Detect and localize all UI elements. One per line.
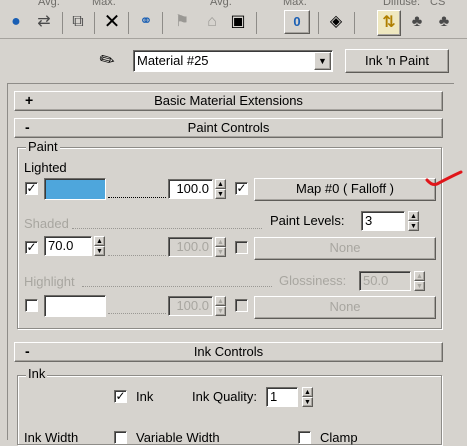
show-end-result-icon[interactable]: ⇅ bbox=[377, 10, 401, 36]
toolbar-label-max: Max. bbox=[92, 0, 116, 8]
toolbar-separator bbox=[62, 12, 63, 34]
lighted-checkbox[interactable]: ✓ bbox=[25, 182, 38, 195]
glossiness-field: 50.0 bbox=[359, 271, 411, 291]
material-name-dropdown[interactable]: Material #25 ▼ bbox=[133, 50, 333, 72]
ink-group bbox=[17, 375, 442, 445]
lighted-amount-spinner[interactable]: ▲ ▼ bbox=[215, 179, 226, 199]
go-forward-to-sibling-icon[interactable]: ♣ bbox=[432, 10, 456, 34]
chevron-down-icon[interactable]: ▼ bbox=[314, 52, 331, 70]
spinner-up-icon: ▲ bbox=[215, 237, 226, 247]
toolbar-separator bbox=[162, 12, 163, 34]
shaded-label: Shaded bbox=[24, 216, 69, 231]
ink-width-label: Ink Width bbox=[24, 430, 79, 445]
show-map-in-viewport-icon[interactable]: ◈ bbox=[324, 10, 348, 34]
toolbar-separator bbox=[256, 12, 257, 34]
highlight-amount-field: 100.0 bbox=[168, 296, 213, 316]
dotted-leader bbox=[82, 286, 272, 287]
spinner-down-icon[interactable]: ▼ bbox=[215, 189, 226, 199]
glossiness-spinner: ▲ ▼ bbox=[414, 271, 425, 291]
variable-width-label: Variable Width bbox=[136, 430, 220, 445]
highlight-color-swatch[interactable] bbox=[44, 295, 106, 317]
lighted-map-checkbox[interactable]: ✓ bbox=[235, 182, 248, 195]
paint-levels-spinner[interactable]: ▲ ▼ bbox=[408, 211, 419, 231]
spinner-up-icon[interactable]: ▲ bbox=[94, 236, 105, 246]
spinner-down-icon[interactable]: ▼ bbox=[302, 397, 313, 407]
ink-checkbox-label: Ink bbox=[136, 389, 154, 404]
spinner-up-icon: ▲ bbox=[215, 296, 226, 306]
material-name-value: Material #25 bbox=[137, 53, 209, 68]
paint-levels-label: Paint Levels: bbox=[268, 212, 345, 230]
spinner-down-icon: ▼ bbox=[215, 306, 226, 316]
toolbar-separator bbox=[94, 12, 95, 34]
ink-quality-field[interactable]: 1 bbox=[266, 387, 298, 407]
go-to-parent-icon[interactable]: ♣ bbox=[405, 10, 429, 34]
lighted-label: Lighted bbox=[24, 160, 67, 175]
spinner-up-icon[interactable]: ▲ bbox=[302, 387, 313, 397]
put-to-library-icon: ⚑ bbox=[174, 13, 190, 30]
glossiness-label: Glossiness: bbox=[277, 272, 347, 290]
dotted-leader bbox=[72, 228, 262, 229]
shaded-amount-field: 100.0 bbox=[168, 237, 213, 257]
paint-levels-field[interactable]: 3 bbox=[361, 211, 405, 231]
ink-quality-label: Ink Quality: bbox=[192, 389, 258, 404]
highlight-checkbox[interactable] bbox=[25, 299, 38, 312]
material-id-channel-icon: ⌂ bbox=[207, 13, 217, 30]
clamp-checkbox[interactable] bbox=[298, 431, 311, 444]
ink-quality-spinner[interactable]: ▲ ▼ bbox=[302, 387, 313, 407]
clamp-label: Clamp bbox=[320, 430, 358, 445]
spinner-up-icon[interactable]: ▲ bbox=[408, 211, 419, 221]
rollout-paint-controls[interactable]: - Paint Controls bbox=[14, 118, 443, 138]
toolbar-label-max-2: Max. bbox=[283, 0, 307, 8]
toolbar-label-avg-2: Avg. bbox=[210, 0, 232, 8]
highlight-amount-spinner: ▲ ▼ bbox=[215, 296, 226, 316]
dotted-leader bbox=[108, 313, 166, 314]
ink-group-label: Ink bbox=[26, 366, 48, 381]
highlight-label: Highlight bbox=[24, 274, 75, 289]
shaded-value-field[interactable]: 70.0 bbox=[44, 236, 92, 256]
lighted-map-button[interactable]: Map #0 ( Falloff ) bbox=[254, 178, 436, 201]
highlight-map-checkbox bbox=[235, 299, 248, 312]
shaded-value-spinner[interactable]: ▲ ▼ bbox=[94, 236, 105, 256]
spinner-down-icon: ▼ bbox=[414, 281, 425, 291]
variable-width-checkbox[interactable] bbox=[114, 431, 127, 444]
toolbar-separator bbox=[318, 12, 319, 34]
toolbar-separator bbox=[354, 12, 355, 34]
spinner-down-icon[interactable]: ▼ bbox=[408, 221, 419, 231]
spinner-up-icon: ▲ bbox=[414, 271, 425, 281]
assign-material-icon[interactable]: ⧉ bbox=[66, 10, 90, 34]
toolbar-label-cs: CS bbox=[430, 0, 446, 8]
toolbar-label-diffuse: Diffuse: bbox=[383, 0, 421, 8]
shaded-amount-spinner: ▲ ▼ bbox=[215, 237, 226, 257]
ink-checkbox[interactable]: ✓ bbox=[114, 390, 127, 403]
highlight-map-button: None bbox=[254, 296, 436, 319]
rollout-title: Paint Controls bbox=[187, 120, 270, 135]
dotted-leader bbox=[108, 255, 166, 256]
make-unique-icon[interactable]: ⚭ bbox=[134, 10, 158, 34]
rollout-title: Basic Material Extensions bbox=[154, 93, 303, 108]
material-id-icon[interactable]: 0 bbox=[284, 10, 310, 34]
spinner-up-icon[interactable]: ▲ bbox=[215, 179, 226, 189]
rollout-basic-material-extensions[interactable]: + Basic Material Extensions bbox=[14, 91, 443, 111]
spinner-down-icon[interactable]: ▼ bbox=[94, 246, 105, 256]
shaded-map-checkbox bbox=[235, 241, 248, 254]
rollout-title: Ink Controls bbox=[193, 344, 264, 359]
shaded-map-button: None bbox=[254, 237, 436, 260]
reset-map-icon[interactable]: ✕ bbox=[100, 10, 124, 34]
lighted-amount-field[interactable]: 100.0 bbox=[168, 179, 213, 199]
spinner-down-icon: ▼ bbox=[215, 247, 226, 257]
get-material-icon[interactable]: ● bbox=[4, 10, 28, 34]
material-type-button[interactable]: Ink 'n Paint bbox=[345, 49, 449, 73]
dotted-leader bbox=[108, 197, 166, 198]
put-to-scene-icon[interactable]: ⇄ bbox=[32, 10, 56, 34]
material-effects-channel-icon[interactable]: ▣ bbox=[226, 10, 250, 34]
paint-group-label: Paint bbox=[26, 139, 60, 154]
rollout-ink-controls[interactable]: - Ink Controls bbox=[14, 342, 443, 362]
annotation-checkmark bbox=[425, 170, 463, 186]
toolbar-label-avg: Avg. bbox=[38, 0, 60, 8]
shaded-checkbox[interactable]: ✓ bbox=[25, 241, 38, 254]
lighted-color-swatch[interactable] bbox=[44, 178, 106, 200]
pick-material-eyedropper-icon[interactable]: ✎ bbox=[96, 48, 120, 74]
main-toolbar: Avg. Max. Avg. Max. Diffuse: CS ● ⇄ ⧉ ✕ … bbox=[0, 0, 467, 39]
toolbar-separator bbox=[128, 12, 129, 34]
